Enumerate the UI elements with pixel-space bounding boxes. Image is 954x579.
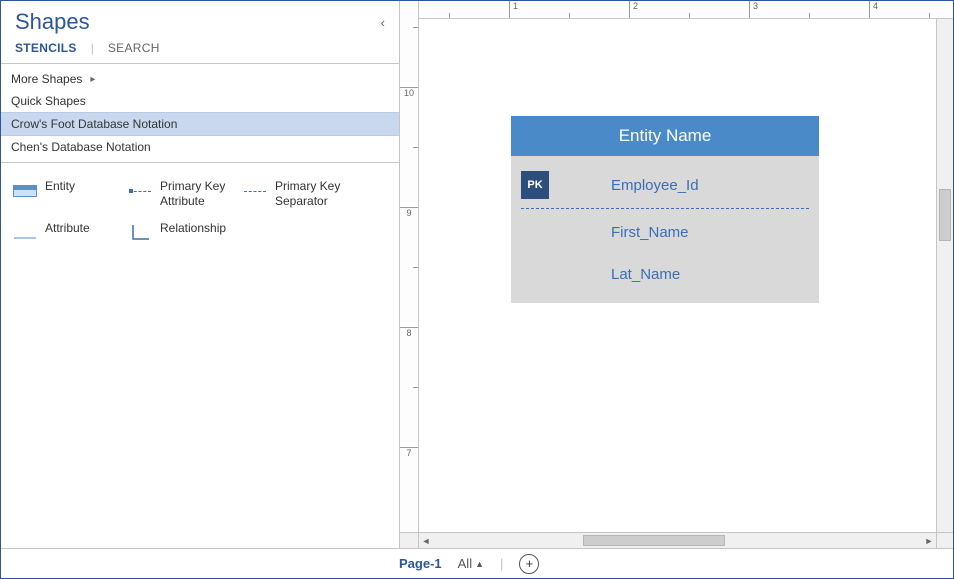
more-shapes-label: More Shapes	[11, 72, 82, 86]
hscroll-left-icon[interactable]: ◄	[419, 536, 433, 546]
hscroll-right-icon[interactable]: ►	[922, 536, 936, 546]
pk-separator-icon	[243, 179, 267, 203]
canvas-area: 1 2 3 4 10 9 8 7	[400, 1, 953, 548]
pk-attribute-icon	[128, 179, 152, 203]
v-ruler-tick-10: 10	[400, 87, 418, 98]
entity-icon	[13, 179, 37, 203]
entity-attr-row[interactable]: Lat_Name	[511, 253, 819, 295]
shape-attribute-label: Attribute	[45, 221, 90, 236]
page-tab-1[interactable]: Page-1	[399, 556, 442, 571]
page-tabs-bar: Page-1 All ▲ | +	[1, 548, 953, 578]
pk-badge: PK	[521, 171, 549, 199]
tab-stencils[interactable]: STENCILS	[15, 41, 77, 55]
attribute-icon	[13, 221, 37, 245]
plus-icon: +	[526, 557, 534, 570]
h-ruler-tick-3: 3	[749, 1, 758, 18]
more-shapes-row[interactable]: More Shapes ▸	[1, 64, 399, 90]
shape-relationship[interactable]: Relationship	[124, 215, 239, 251]
add-page-button[interactable]: +	[519, 554, 539, 574]
entity-title[interactable]: Entity Name	[511, 116, 819, 156]
vertical-scrollbar-thumb[interactable]	[939, 189, 951, 241]
entity-attr-0: Employee_Id	[611, 177, 699, 194]
chevron-up-icon: ▲	[475, 559, 484, 569]
horizontal-scrollbar[interactable]: ◄ ►	[419, 532, 936, 548]
entity-shape[interactable]: Entity Name PK Employee_Id First_Name	[511, 116, 819, 303]
vertical-ruler[interactable]: 10 9 8 7	[400, 19, 419, 532]
drawing-canvas[interactable]: Entity Name PK Employee_Id First_Name	[419, 19, 936, 532]
pk-separator-line	[521, 208, 809, 209]
h-ruler-tick-2: 2	[629, 1, 638, 18]
v-ruler-tick-8: 8	[400, 327, 418, 338]
shape-entity[interactable]: Entity	[9, 173, 124, 215]
all-pages-label: All	[458, 556, 472, 571]
entity-attr-1: First_Name	[611, 224, 689, 241]
h-ruler-tick-4: 4	[869, 1, 878, 18]
ruler-corner	[400, 1, 419, 20]
h-ruler-tick-1: 1	[509, 1, 518, 18]
chevron-right-icon: ▸	[90, 74, 95, 85]
shape-attribute[interactable]: Attribute	[9, 215, 124, 251]
relationship-icon	[128, 221, 152, 245]
shape-pk-separator-label: Primary Key Separator	[275, 179, 350, 209]
entity-attr-2: Lat_Name	[611, 266, 680, 283]
tab-separator: |	[91, 41, 94, 55]
v-ruler-tick-9: 9	[400, 207, 418, 218]
stencil-chens[interactable]: Chen's Database Notation	[1, 136, 399, 158]
collapse-shapes-icon[interactable]: ‹	[381, 15, 385, 30]
stencil-quick-shapes[interactable]: Quick Shapes	[1, 90, 399, 112]
shapes-title: Shapes	[15, 9, 381, 35]
vertical-scrollbar[interactable]	[936, 19, 953, 532]
shape-pk-separator[interactable]: Primary Key Separator	[239, 173, 354, 215]
horizontal-ruler[interactable]: 1 2 3 4	[419, 1, 953, 19]
stencil-crows-foot[interactable]: Crow's Foot Database Notation	[1, 112, 399, 136]
shape-entity-label: Entity	[45, 179, 75, 194]
horizontal-scrollbar-thumb[interactable]	[583, 535, 725, 546]
entity-attr-row-pk[interactable]: PK Employee_Id	[511, 164, 819, 206]
tabs-separator: |	[500, 556, 503, 571]
all-pages-tab[interactable]: All ▲	[458, 556, 484, 571]
tab-search[interactable]: SEARCH	[108, 41, 160, 55]
shape-pk-attribute[interactable]: Primary Key Attribute	[124, 173, 239, 215]
shapes-pane: Shapes ‹ STENCILS | SEARCH More Shapes ▸…	[1, 1, 400, 548]
shape-pk-attribute-label: Primary Key Attribute	[160, 179, 235, 209]
entity-attr-row[interactable]: First_Name	[511, 211, 819, 253]
shape-relationship-label: Relationship	[160, 221, 226, 236]
v-ruler-tick-7: 7	[400, 447, 418, 458]
